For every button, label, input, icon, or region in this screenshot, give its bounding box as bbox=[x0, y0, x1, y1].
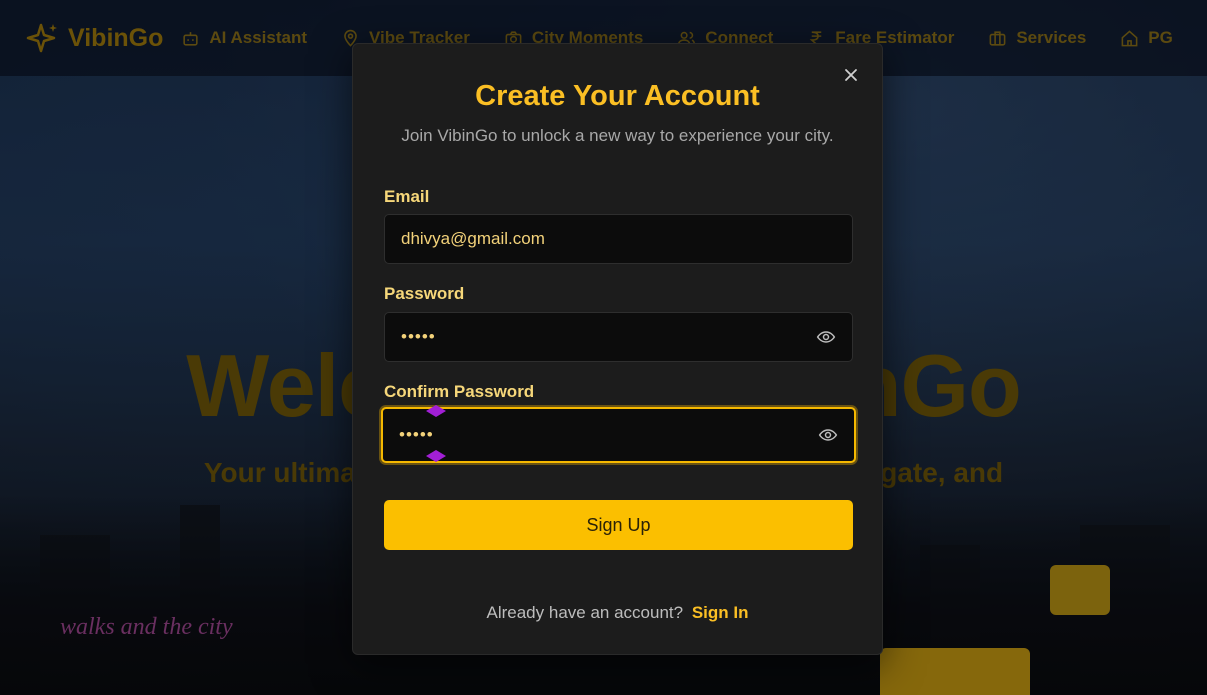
text-cursor-marker-icon bbox=[426, 405, 446, 417]
confirm-password-field[interactable] bbox=[399, 425, 799, 445]
password-field[interactable] bbox=[401, 327, 801, 347]
signup-button[interactable]: Sign Up bbox=[384, 500, 853, 550]
briefcase-icon bbox=[989, 30, 1006, 46]
text-cursor-marker-icon bbox=[426, 450, 446, 462]
signin-link[interactable]: Sign In bbox=[692, 603, 749, 622]
signin-prompt-text: Already have an account? bbox=[486, 603, 684, 622]
signup-modal: Create Your Account Join VibinGo to unlo… bbox=[352, 43, 883, 655]
toggle-password-visibility-button[interactable] bbox=[816, 327, 836, 347]
confirm-password-label: Confirm Password bbox=[384, 382, 535, 401]
modal-title: Create Your Account bbox=[475, 80, 760, 112]
home-icon bbox=[1121, 29, 1138, 46]
toggle-confirm-password-visibility-button[interactable] bbox=[818, 425, 838, 445]
modal-subtitle: Join VibinGo to unlock a new way to expe… bbox=[401, 126, 834, 145]
eye-icon bbox=[816, 331, 836, 343]
sparkle-icon bbox=[26, 23, 57, 53]
nav-item-services[interactable]: Services bbox=[988, 28, 1086, 48]
nav-item-label: AI Assistant bbox=[209, 28, 307, 47]
confirm-password-field-wrapper bbox=[381, 407, 856, 463]
signin-prompt: Already have an account? Sign In bbox=[353, 603, 882, 623]
password-field-wrapper bbox=[384, 312, 853, 362]
password-label: Password bbox=[384, 284, 465, 303]
nav-item-pg[interactable]: PG bbox=[1120, 28, 1173, 48]
email-field[interactable] bbox=[401, 229, 801, 249]
nav-item-ai-assistant[interactable]: AI Assistant bbox=[181, 28, 307, 48]
bot-icon bbox=[183, 31, 198, 46]
email-field-wrapper bbox=[384, 214, 853, 264]
nav-item-label: PG bbox=[1148, 28, 1173, 47]
email-label: Email bbox=[384, 187, 430, 206]
brand-name: VibinGo bbox=[68, 23, 164, 52]
eye-icon bbox=[818, 429, 838, 441]
watermark: walks and the city bbox=[60, 614, 233, 640]
nav-item-label: Services bbox=[1016, 28, 1087, 47]
brand-logo[interactable]: VibinGo bbox=[26, 21, 163, 55]
